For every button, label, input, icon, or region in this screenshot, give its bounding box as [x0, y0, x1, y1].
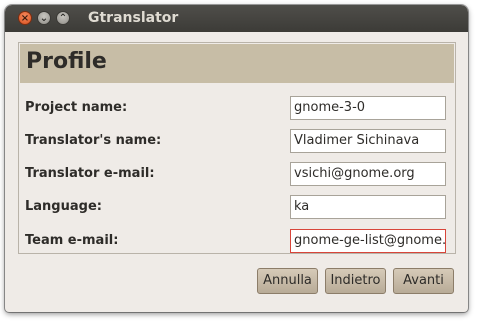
team-email-label: Team e-mail: [25, 233, 119, 248]
language-label: Language: [25, 199, 102, 214]
translator-name-field[interactable]: Vladimer Sichinava [290, 129, 446, 153]
chevron-down-icon: ⌄ [39, 13, 49, 24]
language-field[interactable]: ka [290, 195, 446, 219]
chevron-up-icon: ⌃ [58, 13, 68, 24]
title-bar[interactable]: × ⌄ ⌃ Gtranslator [5, 5, 468, 32]
close-window-button[interactable]: × [18, 11, 32, 25]
translator-email-field[interactable]: vsichi@gnome.org [290, 162, 446, 186]
maximize-window-button[interactable]: ⌃ [56, 11, 70, 25]
back-button[interactable]: Indietro [325, 268, 386, 294]
close-icon: × [20, 13, 30, 24]
team-email-field[interactable]: gnome-ge-list@gnome. [290, 229, 446, 253]
window-title: Gtranslator [88, 10, 179, 26]
assistant-window: × ⌄ ⌃ Gtranslator Profile Project name: … [5, 5, 468, 312]
project-name-field[interactable]: gnome-3-0 [290, 96, 446, 120]
page-header: Profile [20, 44, 454, 83]
translator-email-label: Translator e-mail: [25, 166, 155, 181]
minimize-window-button[interactable]: ⌄ [37, 11, 51, 25]
page-title: Profile [26, 49, 107, 74]
cancel-button[interactable]: Annulla [257, 268, 318, 294]
profile-page: Profile Project name: gnome-3-0 Translat… [18, 42, 456, 254]
translator-name-label: Translator's name: [25, 133, 162, 148]
forward-button[interactable]: Avanti [393, 268, 454, 294]
project-name-label: Project name: [25, 100, 128, 115]
